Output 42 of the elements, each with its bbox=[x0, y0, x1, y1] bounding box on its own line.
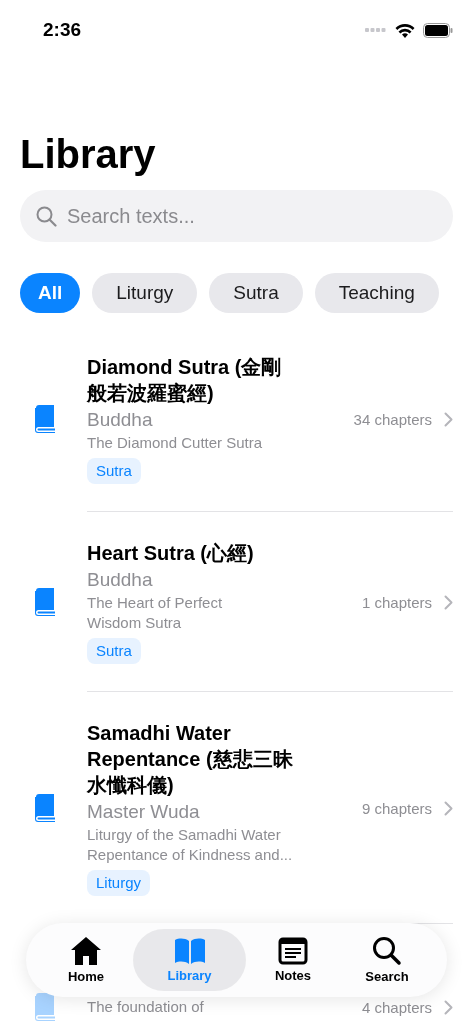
wifi-icon bbox=[395, 22, 415, 38]
text-description: The foundation of bbox=[87, 997, 204, 1017]
chevron-right-icon bbox=[444, 411, 453, 427]
status-time: 2:36 bbox=[43, 19, 82, 41]
notes-icon bbox=[278, 937, 308, 965]
text-title: Diamond Sutra (金剛般若波羅蜜經) bbox=[87, 355, 283, 406]
category-tag: Liturgy bbox=[87, 870, 151, 896]
category-tag: Sutra bbox=[87, 458, 141, 484]
text-description: The Heart of Perfect Wisdom Sutra bbox=[87, 593, 223, 633]
text-title: Heart Sutra (心經) bbox=[87, 541, 254, 566]
text-description: Liturgy of the Samadhi Water Repentance of Kindness and... bbox=[87, 825, 294, 865]
text-description: The Diamond Cutter Sutra bbox=[87, 433, 263, 453]
chapter-count: 4 chapters bbox=[361, 998, 432, 1016]
chapter-count: 34 chapters bbox=[353, 410, 432, 428]
chapter-count: 9 chapters bbox=[361, 799, 432, 817]
tab-item[interactable]: Search bbox=[340, 929, 434, 991]
text-author: Buddha bbox=[87, 568, 153, 592]
filter-chip[interactable]: Teaching bbox=[314, 273, 439, 313]
chevron-right-icon bbox=[444, 800, 453, 816]
chevron-right-icon bbox=[444, 999, 453, 1015]
book-icon bbox=[33, 794, 57, 822]
filter-chip[interactable]: Liturgy bbox=[92, 273, 198, 313]
category-tag: Sutra bbox=[87, 638, 141, 664]
tab-item[interactable]: Home bbox=[39, 929, 133, 991]
open-book-icon bbox=[172, 937, 207, 965]
chevron-right-icon bbox=[444, 594, 453, 610]
filter-chip[interactable]: Sutra bbox=[209, 273, 303, 313]
text-author: Buddha bbox=[87, 408, 153, 432]
tab-item[interactable]: Notes bbox=[246, 929, 340, 991]
text-title: Samadhi Water Repentance (慈悲三昧水懺科儀) bbox=[87, 721, 294, 798]
book-icon bbox=[33, 588, 57, 616]
search-icon bbox=[372, 936, 402, 966]
home-icon bbox=[70, 936, 102, 966]
search-field[interactable]: Search texts... bbox=[20, 190, 453, 242]
signal-icon bbox=[365, 27, 387, 33]
page-title: Library bbox=[20, 132, 157, 176]
battery-icon bbox=[423, 22, 453, 38]
chapter-count: 1 chapters bbox=[361, 593, 432, 611]
book-icon bbox=[33, 993, 57, 1021]
text-author: Master Wuda bbox=[87, 800, 200, 824]
book-icon bbox=[33, 405, 57, 433]
filter-chip[interactable]: All bbox=[20, 273, 81, 313]
